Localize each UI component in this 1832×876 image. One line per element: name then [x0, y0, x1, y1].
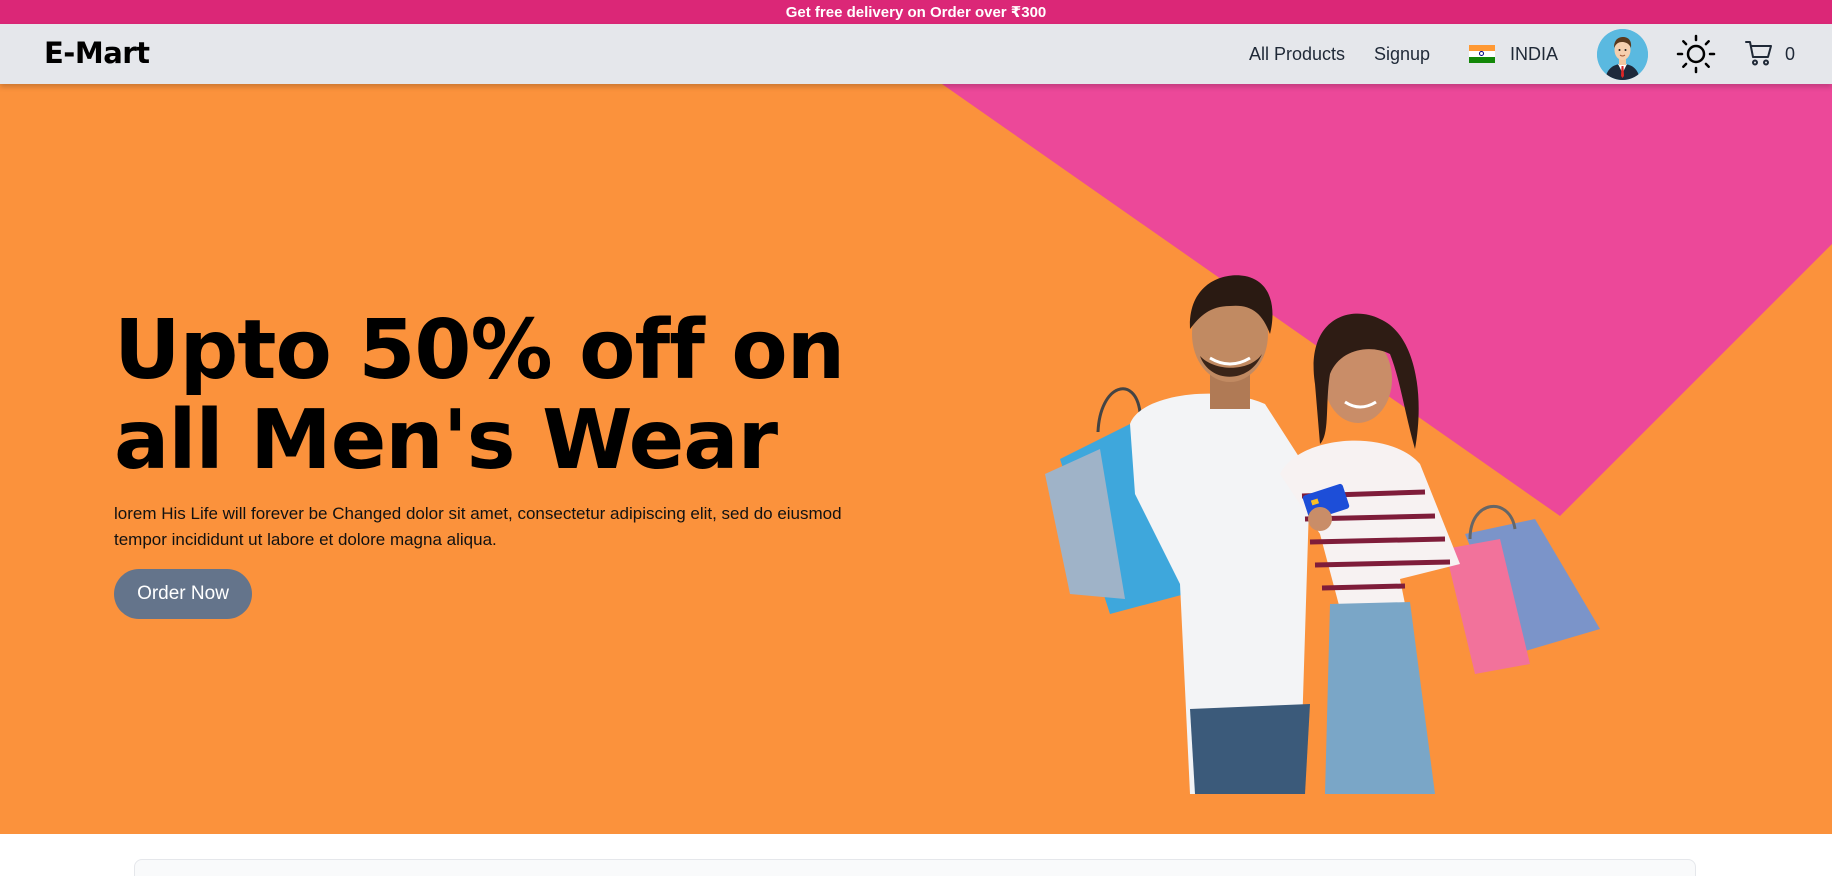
nav-signup[interactable]: Signup: [1374, 44, 1430, 65]
announcement-bar: Get free delivery on Order over ₹300: [0, 0, 1832, 24]
hero-banner: Upto 50% off on all Men's Wear lorem His…: [0, 84, 1832, 834]
nav-all-products[interactable]: All Products: [1249, 44, 1345, 65]
couple-with-shopping-bags-image: [1045, 275, 1600, 794]
navbar: E-Mart All Products Signup INDIA 0: [0, 24, 1832, 84]
brand-logo[interactable]: E-Mart: [44, 36, 150, 70]
hero-headline-line2: all Men's Wear: [114, 393, 778, 488]
content-card: [134, 859, 1696, 876]
sun-icon[interactable]: [1676, 34, 1716, 74]
cart-count[interactable]: 0: [1785, 44, 1795, 65]
hero-headline: Upto 50% off on all Men's Wear: [114, 306, 874, 486]
user-avatar[interactable]: [1597, 29, 1648, 80]
announcement-text: Get free delivery on Order over ₹300: [785, 4, 1047, 21]
cart-icon[interactable]: [1744, 38, 1774, 68]
order-now-button[interactable]: Order Now: [114, 569, 252, 619]
hero-headline-line1: Upto 50% off on: [114, 303, 845, 398]
country-label[interactable]: INDIA: [1510, 44, 1558, 65]
hero-description: lorem His Life will forever be Changed d…: [114, 504, 842, 549]
india-flag-icon[interactable]: [1469, 45, 1495, 63]
